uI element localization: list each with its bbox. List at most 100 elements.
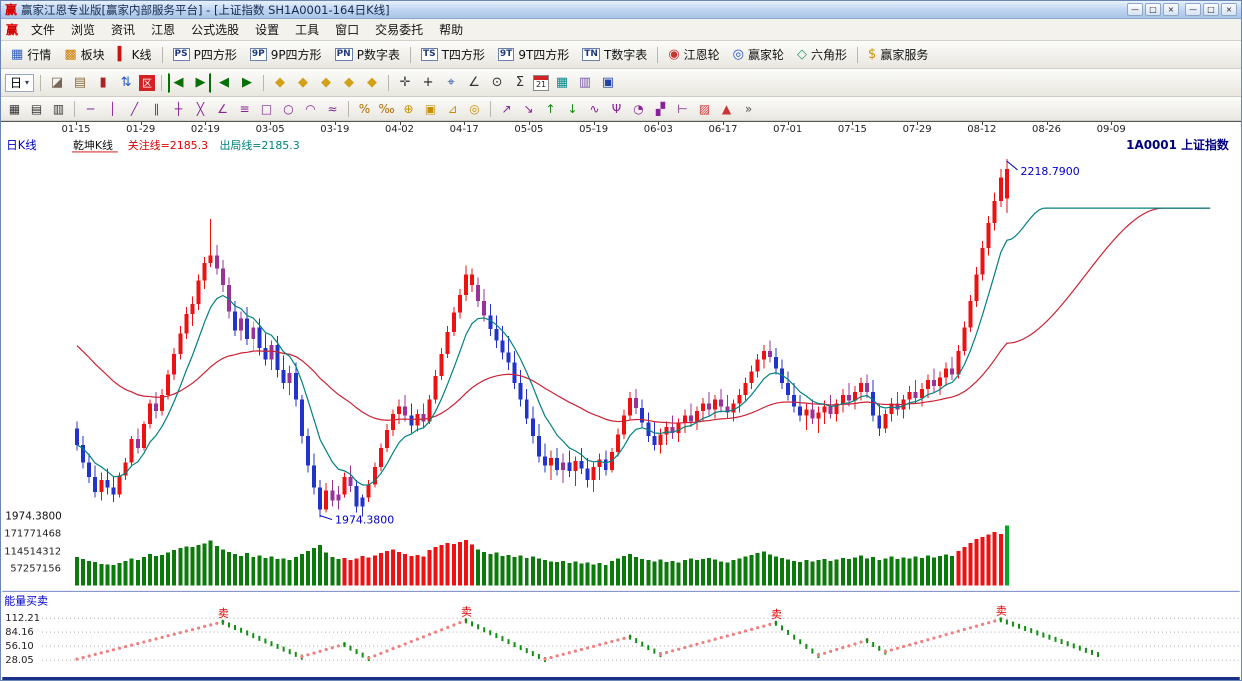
pitchfork-tool[interactable]: Ψ xyxy=(607,100,626,118)
parallel-lines-tool[interactable]: ≡ xyxy=(235,100,254,118)
child-restore-button[interactable]: □ xyxy=(1145,3,1161,16)
prev-page-button[interactable]: ◀ xyxy=(214,73,234,93)
t9-square-button[interactable]: 9T9T四方形 xyxy=(492,46,575,63)
chart-area[interactable]: 卖卖卖卖 日K线 乾坤K线 关注线=2185.3 出局线=2185.3 1A00… xyxy=(1,135,1241,680)
erase-tool[interactable]: ▨ xyxy=(695,100,714,118)
pan-tool-button[interactable]: ✛ xyxy=(395,73,415,93)
quotes-button[interactable]: ▦行情 xyxy=(5,46,57,63)
kline-style-button[interactable]: ▮ xyxy=(93,73,113,93)
stamp-tool-button[interactable]: ◪ xyxy=(47,73,67,93)
first-page-button[interactable]: ◀ xyxy=(168,73,188,93)
window-menu[interactable]: 窗口 xyxy=(327,19,367,40)
gann-wheel-tool-button[interactable]: ◆ xyxy=(293,73,313,93)
log-grid-button[interactable]: ▤ xyxy=(27,100,46,118)
golden-section-button[interactable]: ⊕ xyxy=(399,100,418,118)
app-maximize-button[interactable]: □ xyxy=(1203,3,1219,16)
horizontal-line-tool[interactable]: ─ xyxy=(81,100,100,118)
percent-retrace-button[interactable]: % xyxy=(355,100,374,118)
candle xyxy=(403,407,407,416)
alert-tool[interactable]: ▲ xyxy=(717,100,736,118)
trend-line-tool[interactable]: ╱ xyxy=(125,100,144,118)
winner-wheel-button[interactable]: ◎赢家轮 xyxy=(727,46,790,63)
vertical-line-tool[interactable]: │ xyxy=(103,100,122,118)
gann-menu[interactable]: 江恩 xyxy=(143,19,183,40)
kline-button[interactable]: ▍K线 xyxy=(112,46,158,63)
fib-arc-tool[interactable]: ◔ xyxy=(629,100,648,118)
app-close-button[interactable]: × xyxy=(1221,3,1237,16)
clipboard-button[interactable]: ▤ xyxy=(70,73,90,93)
t-square-button[interactable]: TST四方形 xyxy=(415,46,491,63)
volume-bar xyxy=(883,558,887,585)
price-axis-min-label: 1974.3800 xyxy=(5,511,62,523)
sectors-button[interactable]: ▩板块 xyxy=(58,46,110,63)
x-line-tool[interactable]: ╳ xyxy=(191,100,210,118)
settings-menu[interactable]: 设置 xyxy=(247,19,287,40)
arc-tool[interactable]: ◠ xyxy=(301,100,320,118)
tools-menu[interactable]: 工具 xyxy=(287,19,327,40)
table-view-button[interactable]: ▦ xyxy=(552,73,572,93)
channel-line-tool[interactable]: ∥ xyxy=(147,100,166,118)
raise-marker-tool[interactable]: ↑ xyxy=(541,100,560,118)
volume-bar xyxy=(586,563,590,586)
up-trend-line-tool[interactable]: ↗ xyxy=(497,100,516,118)
hexagon-tool-button[interactable]: ◆ xyxy=(316,73,336,93)
kline-chart[interactable]: 卖卖卖卖 日K线 乾坤K线 关注线=2185.3 出局线=2185.3 1A00… xyxy=(1,135,1241,680)
more-tools-button[interactable]: » xyxy=(739,100,758,118)
app-minimize-button[interactable]: — xyxy=(1185,3,1201,16)
hexagon-button[interactable]: ◇六角形 xyxy=(791,46,853,63)
measure-tool[interactable]: ⊢ xyxy=(673,100,692,118)
speed-line-tool[interactable]: ▞ xyxy=(651,100,670,118)
p-number-table-button[interactable]: PNP数字表 xyxy=(329,46,406,63)
candle xyxy=(452,313,456,332)
region-select-button[interactable]: 区 xyxy=(139,75,155,91)
calendar-button[interactable]: 21 xyxy=(533,75,549,91)
gann-fan-button[interactable]: ⊿ xyxy=(443,100,462,118)
gann-square-tool-button[interactable]: ◆ xyxy=(270,73,290,93)
save-button[interactable]: ▣ xyxy=(598,73,618,93)
child-close-button[interactable]: × xyxy=(1163,3,1179,16)
formula-stock-pick-menu[interactable]: 公式选股 xyxy=(183,19,247,40)
news-menu[interactable]: 资讯 xyxy=(103,19,143,40)
winner-service-button[interactable]: $赢家服务 xyxy=(862,46,934,63)
circle-tool[interactable]: ○ xyxy=(279,100,298,118)
trade-order-menu[interactable]: 交易委托 xyxy=(367,19,431,40)
zoom-tool-button[interactable]: ⊙ xyxy=(487,73,507,93)
crosshair-tool-button[interactable]: + xyxy=(418,73,438,93)
time-square-tool-button[interactable]: ◆ xyxy=(362,73,382,93)
p-square-button[interactable]: PSP四方形 xyxy=(167,46,243,63)
cross-line-tool[interactable]: ┼ xyxy=(169,100,188,118)
angle-line-tool[interactable]: ∠ xyxy=(213,100,232,118)
rect-tool[interactable]: □ xyxy=(257,100,276,118)
time-cycle-button[interactable]: ◎ xyxy=(465,100,484,118)
down-trend-line-tool[interactable]: ↘ xyxy=(519,100,538,118)
period-day-dropdown[interactable]: 日▾ xyxy=(5,74,34,92)
angle-measure-button[interactable]: ∠ xyxy=(464,73,484,93)
browse-menu[interactable]: 浏览 xyxy=(63,19,103,40)
help-menu[interactable]: 帮助 xyxy=(431,19,471,40)
coordinate-grid-button[interactable]: ▦ xyxy=(5,100,24,118)
volume-bar xyxy=(482,552,486,585)
child-minimize-button[interactable]: — xyxy=(1127,3,1143,16)
candle xyxy=(409,415,413,425)
compress-chart-button[interactable]: ▥ xyxy=(49,100,68,118)
volume-bar xyxy=(148,554,152,585)
stats-tool-button[interactable]: Σ xyxy=(510,73,530,93)
sort-updown-button[interactable]: ⇅ xyxy=(116,73,136,93)
last-page-button[interactable]: ▶ xyxy=(191,73,211,93)
candle xyxy=(622,415,626,434)
volume-bar xyxy=(342,558,346,585)
file-menu[interactable]: 文件 xyxy=(23,19,63,40)
wave-tool[interactable]: ≈ xyxy=(323,100,342,118)
compass-tool-button[interactable]: ⌖ xyxy=(441,73,461,93)
price-square-tool-button[interactable]: ◆ xyxy=(339,73,359,93)
band-tool[interactable]: ∿ xyxy=(585,100,604,118)
gann-wheel-button[interactable]: ◉江恩轮 xyxy=(662,46,725,63)
fall-marker-tool[interactable]: ↓ xyxy=(563,100,582,118)
permille-retrace-button[interactable]: ‰ xyxy=(377,100,396,118)
p9-square-button[interactable]: 9P9P四方形 xyxy=(244,46,328,63)
gann-box-button[interactable]: ▣ xyxy=(421,100,440,118)
sell-marker-label: 卖 xyxy=(461,605,472,618)
chart-view-button[interactable]: ▥ xyxy=(575,73,595,93)
next-page-button[interactable]: ▶ xyxy=(237,73,257,93)
t-number-table-button[interactable]: TNT数字表 xyxy=(576,46,653,63)
